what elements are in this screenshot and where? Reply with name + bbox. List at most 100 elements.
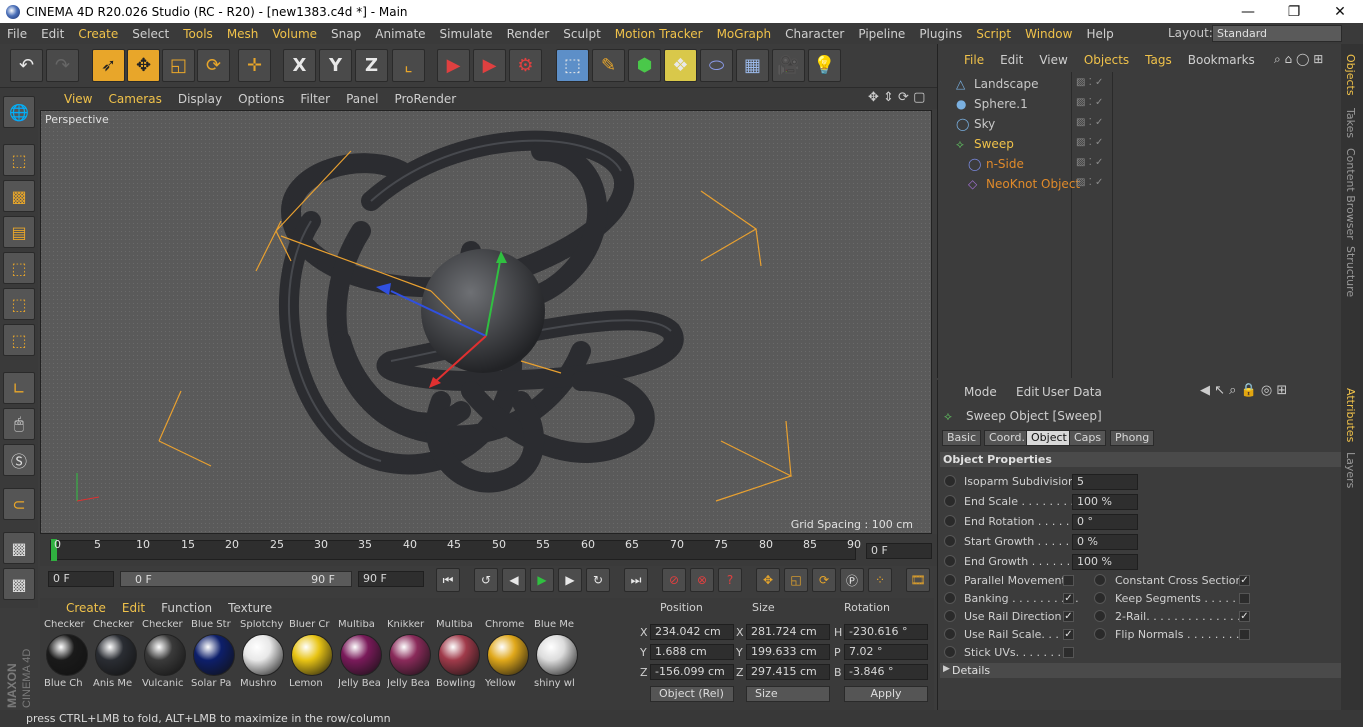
animate-radio-icon[interactable] [944,475,956,487]
tab-caps[interactable]: Caps [1069,430,1107,446]
render-view-icon[interactable]: ▶ [437,49,470,82]
previous-frame-icon[interactable]: ◀ [502,568,526,592]
viewport-menu-options[interactable]: Options [230,92,292,106]
viewport-menu-filter[interactable]: Filter [292,92,338,106]
visibility-toggle-icon[interactable]: ▨ ⁚ ✓ [1076,137,1103,148]
close-button[interactable]: ✕ [1317,0,1363,23]
animate-radio-icon[interactable] [944,535,956,547]
model-mode-icon[interactable]: ⬚ [3,144,35,176]
menu-window[interactable]: Window [1018,27,1079,41]
material-swatch[interactable]: Bluer Cr Lemon [289,620,335,692]
menu-motion-tracker[interactable]: Motion Tracker [608,27,710,41]
magnet-icon[interactable]: ⊂ [3,488,35,520]
workplane-mode-icon[interactable]: ▤ [3,216,35,248]
menu-sculpt[interactable]: Sculpt [556,27,607,41]
animate-radio-icon[interactable] [944,495,956,507]
animate-radio-icon[interactable] [944,646,956,658]
recent-tool-icon[interactable]: ✛ [238,49,271,82]
object-menu-edit[interactable]: Edit [992,53,1031,67]
rotation-b-field[interactable]: -3.846 ° [844,664,928,680]
material-menu-edit[interactable]: Edit [114,601,153,615]
attr-checkbox[interactable]: ✓ [1063,593,1074,604]
animate-radio-icon[interactable] [1094,574,1106,586]
material-swatch[interactable]: Multiba Bowling [436,620,482,692]
cube-object-icon[interactable]: ⬚ [556,49,589,82]
attr-checkbox[interactable]: ✓ [1063,611,1074,622]
animate-radio-icon[interactable] [1094,610,1106,622]
attr-checkbox[interactable] [1063,647,1074,658]
animate-radio-icon[interactable] [944,628,956,640]
polygons-mode-icon[interactable]: ⬚ [3,324,35,356]
material-swatch[interactable]: Multiba Jelly Bea [338,620,384,692]
material-menu-function[interactable]: Function [153,601,220,615]
visibility-toggle-icon[interactable]: ▨ ⁚ ✓ [1076,77,1103,88]
tab-basic[interactable]: Basic [942,430,982,446]
tab-coord[interactable]: Coord. [984,430,1030,446]
viewport-menu-display[interactable]: Display [170,92,230,106]
tab-phong[interactable]: Phong [1110,430,1155,446]
subdivision-surface-icon[interactable]: ⬢ [628,49,661,82]
animate-radio-icon[interactable] [944,610,956,622]
undo-icon[interactable]: ↶ [10,49,43,82]
play-forward-icon[interactable]: ▶ [530,568,554,592]
coordinate-mode-select[interactable]: Object (Rel) [650,686,734,702]
attr-value-field[interactable]: 100 % [1072,494,1138,510]
menu-animate[interactable]: Animate [368,27,432,41]
viewport-menu-prorender[interactable]: ProRender [386,92,464,106]
material-menu-texture[interactable]: Texture [220,601,280,615]
material-swatch[interactable]: Checker Anis Me [93,620,139,692]
viewport-nav-icons[interactable]: ✥ ⇕ ⟳ ▢ [868,90,925,105]
menu-simulate[interactable]: Simulate [433,27,500,41]
menu-mesh[interactable]: Mesh [220,27,266,41]
attr-checkbox[interactable] [1239,629,1250,640]
menu-mograph[interactable]: MoGraph [710,27,779,41]
animate-radio-icon[interactable] [944,555,956,567]
rotate-tool-icon[interactable]: ⟳ [197,49,230,82]
frame-range-slider[interactable]: 0 F 90 F [120,571,352,587]
attr-value-field[interactable]: 0 % [1072,534,1138,550]
size-mode-select[interactable]: Size [746,686,830,702]
move-tool-icon[interactable]: ✥ [127,49,160,82]
attr-checkbox[interactable]: ✓ [1239,611,1250,622]
attr-checkbox[interactable]: ✓ [1063,629,1074,640]
object-menu-view[interactable]: View [1031,53,1075,67]
points-mode-icon[interactable]: ⬚ [3,252,35,284]
details-section[interactable]: Details ▶ [940,663,1342,678]
object-row[interactable]: △ Landscape ▨ ⁚ ✓ [938,74,1342,94]
go-to-start-icon[interactable]: ⏮ [436,568,460,592]
menu-select[interactable]: Select [125,27,176,41]
edges-mode-icon[interactable]: ⬚ [3,288,35,320]
z-axis-lock-button[interactable]: Z [355,49,388,82]
end-frame-field[interactable]: 90 F [358,571,424,587]
redo-icon[interactable]: ↷ [46,49,79,82]
keyframe-selection-icon[interactable]: ? [718,568,742,592]
current-frame-field[interactable]: 0 F [866,543,932,559]
object-menu-file[interactable]: File [938,53,992,67]
attr-nav-icons[interactable]: ◀ ↖ ⌕ 🔒 ◎ ⊞ [1200,383,1287,398]
next-frame-icon[interactable]: ▶ [558,568,582,592]
attr-menu-mode[interactable]: Mode [964,385,997,399]
visibility-toggle-icon[interactable]: ▨ ⁚ ✓ [1076,97,1103,108]
visibility-toggle-icon[interactable]: ▨ ⁚ ✓ [1076,177,1103,188]
attr-value-field[interactable]: 5 [1072,474,1138,490]
object-menu-tags[interactable]: Tags [1137,53,1180,67]
attr-menu-user-data[interactable]: User Data [1042,385,1102,399]
floor-scene-icon[interactable]: ▦ [736,49,769,82]
key-scale-icon[interactable]: ◱ [784,568,808,592]
make-editable-icon[interactable]: 🌐 [3,96,35,128]
apply-button[interactable]: Apply [844,686,928,702]
position-z-field[interactable]: -156.099 cm [650,664,734,680]
key-rotation-icon[interactable]: ⟳ [812,568,836,592]
menu-create[interactable]: Create [71,27,125,41]
planar-workplane-icon[interactable]: ▩ [3,568,35,600]
side-tab-objects[interactable]: Objects [1344,54,1357,96]
autokey-icon[interactable]: ⊗ [690,568,714,592]
attr-checkbox[interactable]: ✓ [1239,575,1250,586]
rotation-p-field[interactable]: 7.02 ° [844,644,928,660]
axis-mode-icon[interactable]: ∟ [3,372,35,404]
menu-volume[interactable]: Volume [265,27,324,41]
side-tab-structure[interactable]: Structure [1344,246,1357,297]
object-row[interactable]: ◇ NeoKnot Object ▨ ⁚ ✓ [938,174,1342,194]
pen-spline-icon[interactable]: ✎ [592,49,625,82]
lock-workplane-icon[interactable]: ▩ [3,532,35,564]
